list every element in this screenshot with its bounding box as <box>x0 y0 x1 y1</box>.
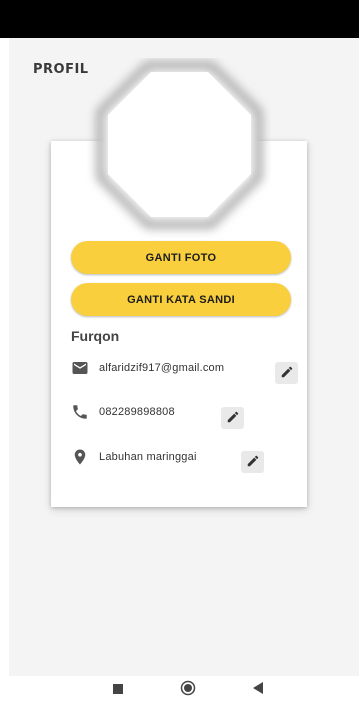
phone-icon <box>71 403 89 421</box>
back-triangle-icon <box>253 681 263 697</box>
user-name: Furqon <box>71 328 120 344</box>
pencil-icon <box>246 454 260 471</box>
page-title: PROFIL <box>33 62 89 77</box>
email-text: alfaridzif917@gmail.com <box>99 362 225 374</box>
location-text: Labuhan maringgai <box>99 451 197 463</box>
edit-email-button[interactable] <box>275 362 298 384</box>
change-password-button[interactable]: GANTI KATA SANDI <box>71 283 291 316</box>
home-circle-icon <box>180 680 196 699</box>
change-photo-button[interactable]: GANTI FOTO <box>71 241 291 274</box>
location-pin-icon <box>71 448 89 466</box>
edit-location-button[interactable] <box>241 451 264 473</box>
pencil-icon <box>226 410 240 427</box>
status-bar <box>0 0 359 38</box>
pencil-icon <box>280 365 294 382</box>
edit-phone-button[interactable] <box>221 407 244 429</box>
recents-button[interactable] <box>106 679 130 699</box>
back-button[interactable] <box>246 679 270 699</box>
recents-square-icon <box>113 682 123 697</box>
home-button[interactable] <box>176 679 200 699</box>
navigation-bar <box>0 676 359 702</box>
avatar[interactable] <box>87 58 271 242</box>
phone-text: 082289898808 <box>99 406 175 418</box>
email-icon <box>71 359 89 377</box>
